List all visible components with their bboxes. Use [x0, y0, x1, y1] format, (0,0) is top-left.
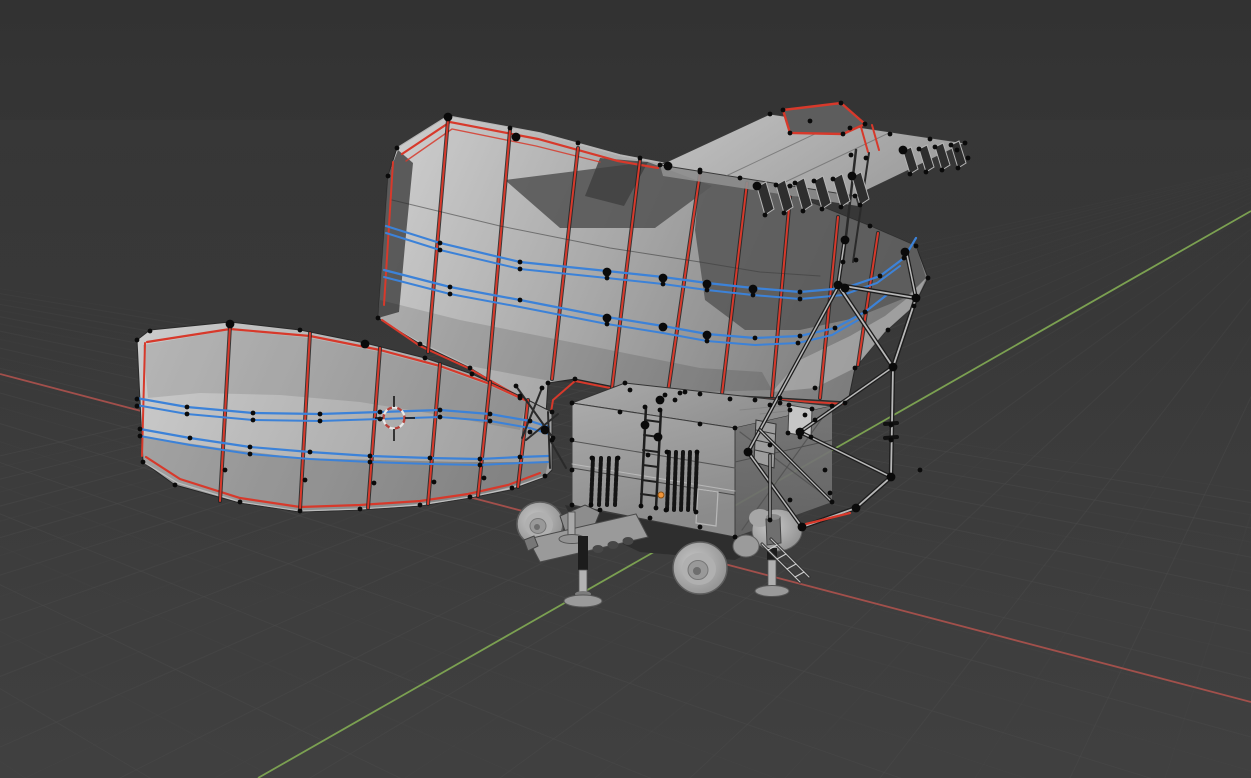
object-origin-icon [658, 492, 664, 498]
viewport-canvas[interactable] [0, 0, 1251, 778]
blender-3d-viewport-window[interactable] [0, 0, 1251, 778]
